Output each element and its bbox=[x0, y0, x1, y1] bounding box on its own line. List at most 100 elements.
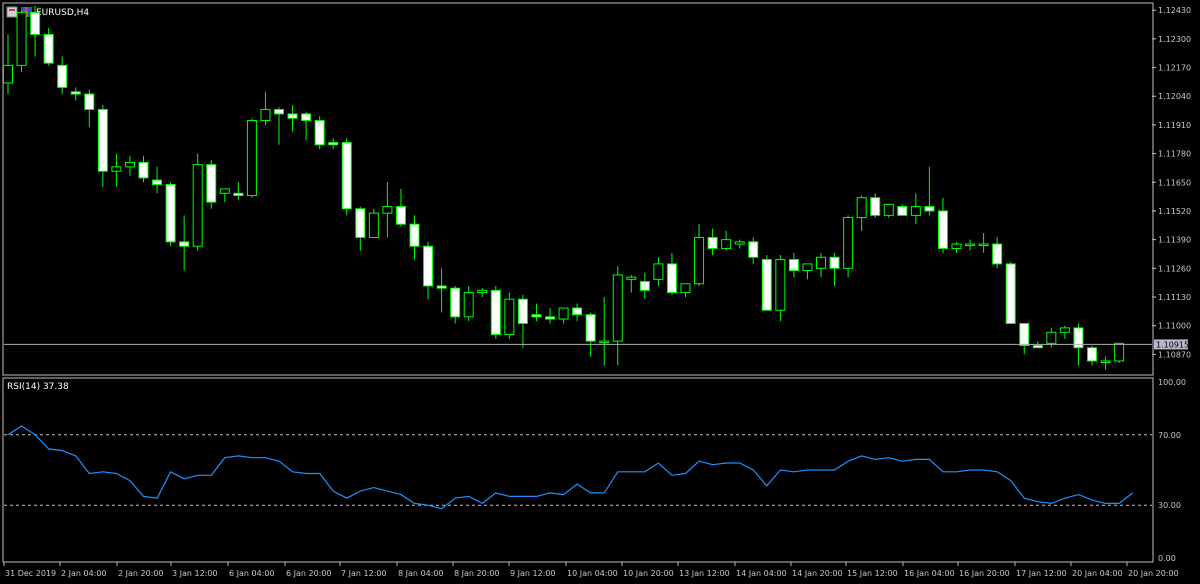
candle-body bbox=[84, 93, 95, 110]
candle-body bbox=[992, 243, 1003, 265]
candle-body bbox=[1100, 360, 1111, 363]
candle-body bbox=[124, 161, 135, 168]
candle-body bbox=[16, 11, 27, 66]
time-tick-label: 13 Jan 12:00 bbox=[679, 569, 730, 578]
candle bbox=[883, 203, 894, 218]
candle-body bbox=[436, 285, 447, 289]
price-tick-label: 1.11260 bbox=[1158, 264, 1191, 273]
candle bbox=[16, 10, 27, 72]
candle-body bbox=[477, 289, 488, 294]
candle bbox=[761, 255, 772, 311]
candle-body bbox=[179, 241, 190, 247]
candle bbox=[192, 153, 203, 251]
candle-body bbox=[1059, 327, 1070, 333]
time-tick-label: 17 Jan 12:00 bbox=[1016, 569, 1067, 578]
price-tick-label: 1.11000 bbox=[1158, 322, 1191, 331]
candle-body bbox=[883, 203, 894, 216]
candle bbox=[1005, 261, 1016, 324]
price-tick-label: 1.11520 bbox=[1158, 207, 1191, 216]
candle-body bbox=[951, 243, 962, 249]
candle-body bbox=[450, 287, 461, 318]
time-tick-label: 6 Jan 04:00 bbox=[229, 569, 275, 578]
candle-body bbox=[558, 307, 569, 320]
rsi-axis: 100.00 70.00 30.00 0.00 bbox=[1158, 378, 1186, 563]
candle-body bbox=[1032, 345, 1043, 349]
time-tick-label: 14 Jan 20:00 bbox=[792, 569, 843, 578]
candle bbox=[368, 208, 379, 238]
candle-body bbox=[1005, 263, 1016, 324]
candle bbox=[504, 292, 515, 339]
candle-body bbox=[152, 179, 163, 185]
current-price-label: 1.10915 bbox=[1156, 340, 1189, 349]
time-tick-label: 2 Jan 20:00 bbox=[118, 569, 164, 578]
candle-body bbox=[734, 241, 745, 245]
candle-body bbox=[328, 142, 339, 146]
time-tick-label: 14 Jan 04:00 bbox=[736, 569, 787, 578]
candle bbox=[314, 116, 325, 150]
price-tick-label: 1.12170 bbox=[1158, 64, 1191, 73]
candle-body bbox=[111, 166, 122, 172]
candle-body bbox=[843, 217, 854, 269]
candle-body bbox=[314, 120, 325, 146]
price-tick-label: 1.11390 bbox=[1158, 236, 1191, 245]
time-tick-label: 9 Jan 12:00 bbox=[510, 569, 556, 578]
time-tick-label: 3 Jan 12:00 bbox=[172, 569, 218, 578]
candle-body bbox=[368, 212, 379, 238]
candle-body bbox=[978, 243, 989, 247]
candle-body bbox=[409, 223, 420, 247]
candle-body bbox=[341, 142, 352, 210]
candle-body bbox=[504, 298, 515, 335]
candle-body bbox=[138, 161, 149, 179]
candle-body bbox=[694, 236, 705, 285]
candle-body bbox=[301, 113, 312, 122]
time-tick-label: 2 Jan 04:00 bbox=[61, 569, 107, 578]
candle bbox=[341, 138, 352, 216]
candle-body bbox=[626, 276, 637, 280]
candle-body bbox=[423, 245, 434, 287]
candle-body bbox=[829, 256, 840, 269]
candle bbox=[843, 215, 854, 278]
price-tick-label: 1.11910 bbox=[1158, 121, 1191, 130]
candle-body bbox=[748, 241, 759, 258]
candle-body bbox=[192, 164, 203, 247]
candle-body bbox=[924, 206, 935, 212]
price-tick-label: 1.10870 bbox=[1158, 350, 1191, 359]
candle bbox=[490, 285, 501, 339]
rsi-tick-label: 30.00 bbox=[1158, 501, 1181, 510]
candle-body bbox=[653, 263, 664, 280]
candle bbox=[165, 182, 176, 247]
candle-body bbox=[57, 64, 68, 88]
window-menu-icon[interactable] bbox=[6, 6, 18, 18]
candle-body bbox=[721, 239, 732, 249]
candle-body bbox=[816, 256, 826, 269]
candle-body bbox=[1114, 342, 1125, 362]
price-tick-label: 1.11650 bbox=[1158, 178, 1191, 187]
candle-body bbox=[382, 206, 393, 214]
candle-body bbox=[775, 258, 786, 311]
candle-body bbox=[3, 64, 13, 84]
candle-body bbox=[463, 292, 474, 318]
time-tick-label: 15 Jan 12:00 bbox=[847, 569, 898, 578]
candle-body bbox=[680, 283, 691, 294]
chart-workspace[interactable]: EURUSD,H4 RSI(14) 37.38 1.124301.123001.… bbox=[0, 0, 1200, 584]
candle-body bbox=[612, 274, 623, 342]
candle-body bbox=[531, 314, 542, 318]
candle bbox=[246, 118, 257, 198]
candle-body bbox=[1087, 347, 1097, 362]
candle-body bbox=[937, 210, 948, 249]
candle-body bbox=[30, 11, 41, 35]
time-tick-label: 20 Jan 20:00 bbox=[1128, 569, 1179, 578]
time-tick-label: 8 Jan 04:00 bbox=[398, 569, 444, 578]
candle-body bbox=[43, 33, 54, 64]
candle-body bbox=[802, 263, 813, 272]
candle-body bbox=[206, 164, 217, 203]
candle-body bbox=[274, 108, 284, 115]
time-tick-label: 16 Jan 04:00 bbox=[904, 569, 955, 578]
price-tick-label: 1.11780 bbox=[1158, 150, 1191, 159]
candle-body bbox=[761, 258, 772, 311]
candle-body bbox=[965, 243, 976, 247]
price-tick-label: 1.12430 bbox=[1158, 6, 1191, 15]
candle-body bbox=[707, 236, 718, 249]
candle-body bbox=[910, 206, 921, 216]
candle-body bbox=[585, 314, 596, 342]
